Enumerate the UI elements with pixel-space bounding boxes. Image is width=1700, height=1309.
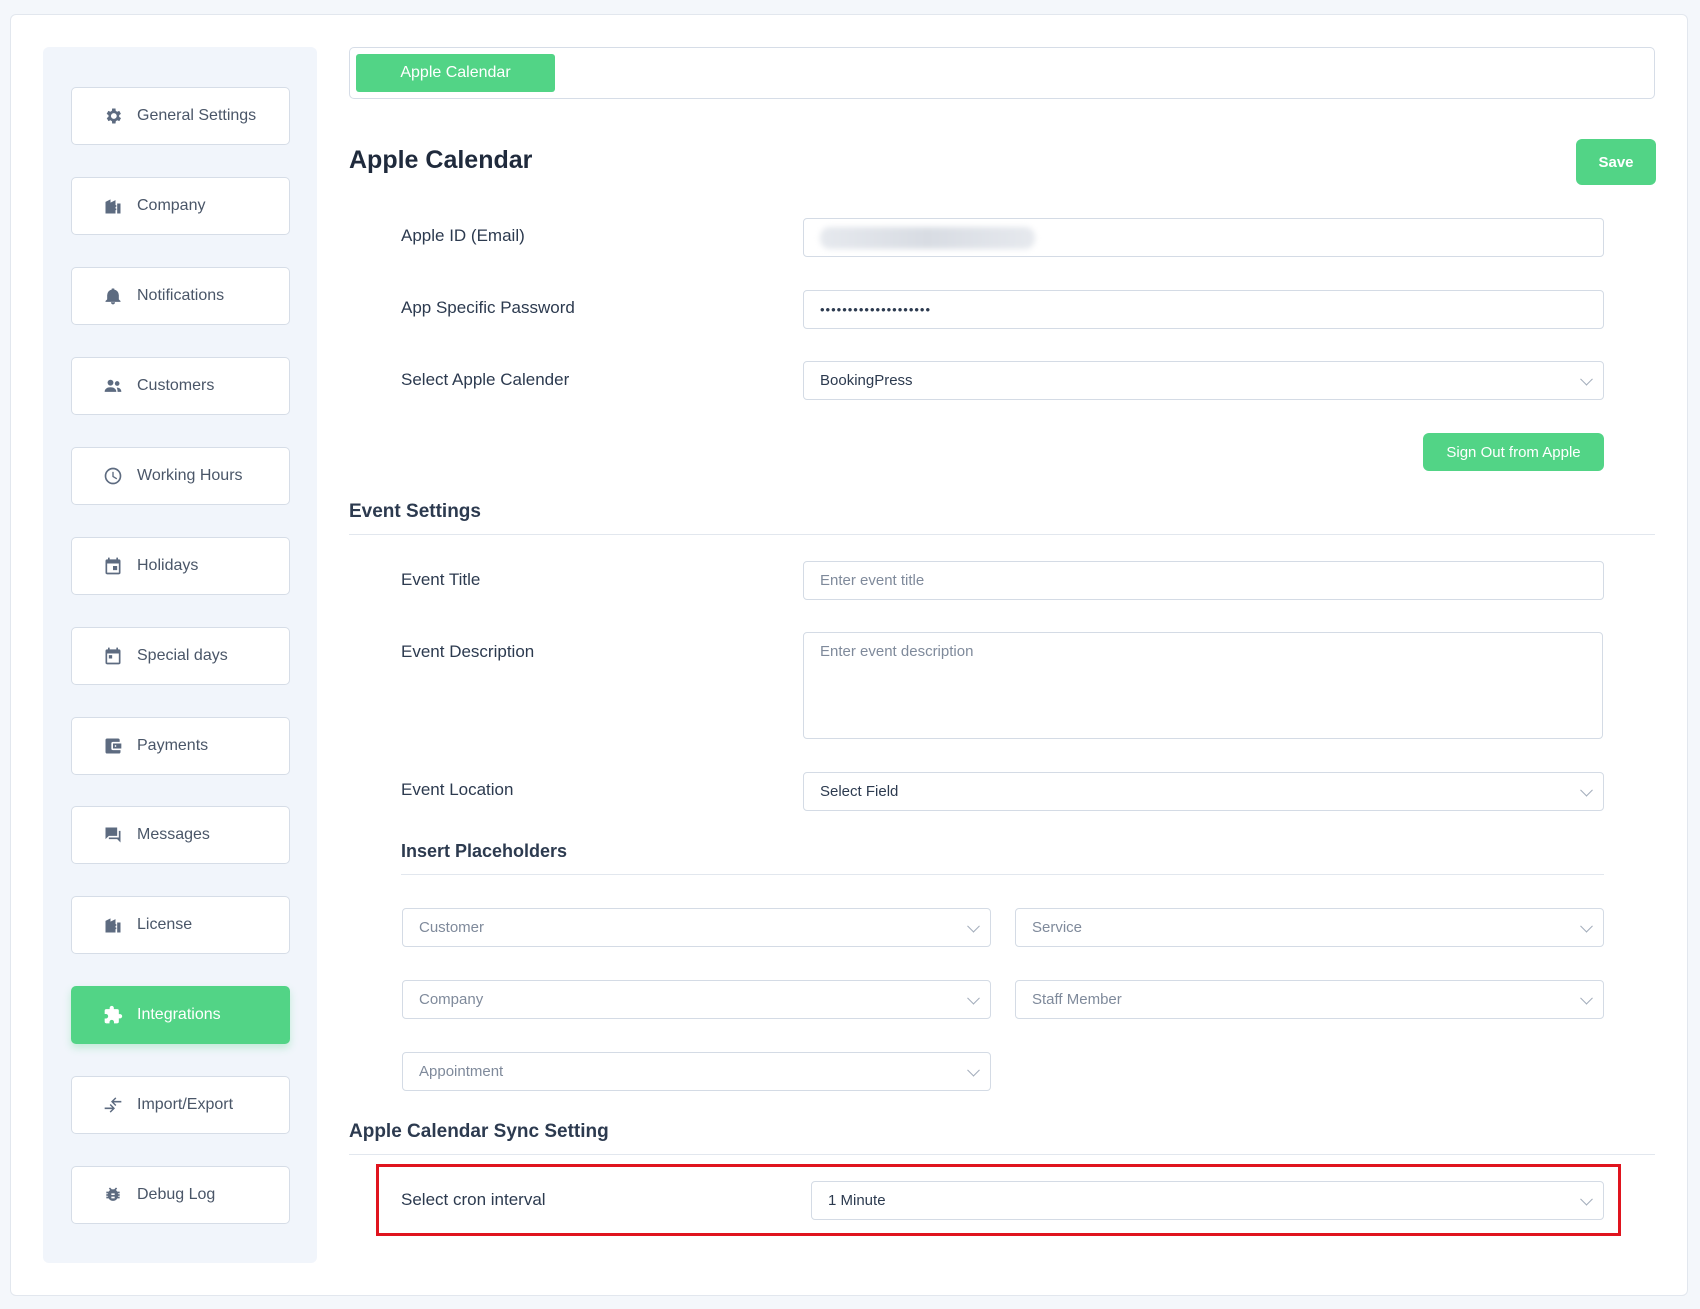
chevron-down-icon [1580,372,1593,386]
settings-sidebar: General Settings Company Notifications C… [43,47,317,1263]
building-icon [102,195,124,217]
select-value: Customer [419,919,485,936]
customer-placeholder-select[interactable]: Customer [402,908,991,947]
sync-setting-heading: Apple Calendar Sync Setting [349,1121,609,1142]
sidebar-item-label: Notifications [137,287,225,304]
sidebar-item-label: Company [137,197,206,214]
password-input[interactable]: •••••••••••••••••••• [803,290,1604,329]
chevron-down-icon [1580,991,1593,1005]
sidebar-item-holidays[interactable]: Holidays [71,537,290,595]
sidebar-item-label: Holidays [137,557,199,574]
building-icon [102,914,124,936]
chevron-down-icon [1580,783,1593,797]
bell-icon [102,285,124,307]
calendar-icon [102,555,124,577]
staff-member-placeholder-select[interactable]: Staff Member [1015,980,1604,1019]
select-value: Staff Member [1032,991,1122,1008]
sidebar-item-working-hours[interactable]: Working Hours [71,447,290,505]
chevron-down-icon [967,991,980,1005]
event-title-label: Event Title [401,570,481,589]
sidebar-item-import-export[interactable]: Import/Export [71,1076,290,1134]
sign-out-apple-button[interactable]: Sign Out from Apple [1423,433,1604,471]
gear-icon [102,105,124,127]
bug-icon [102,1184,124,1206]
sidebar-item-company[interactable]: Company [71,177,290,235]
company-placeholder-select[interactable]: Company [402,980,991,1019]
chevron-down-icon [967,919,980,933]
cron-interval-label: Select cron interval [401,1190,546,1209]
tab-apple-calendar[interactable]: Apple Calendar [356,54,555,92]
sidebar-item-label: General Settings [137,107,257,124]
puzzle-icon [102,1004,124,1026]
select-value: Company [419,991,484,1008]
event-description-label: Event Description [401,642,535,661]
divider [349,1154,1655,1155]
chevron-down-icon [1580,1192,1593,1206]
sidebar-item-notifications[interactable]: Notifications [71,267,290,325]
event-settings-heading: Event Settings [349,501,481,522]
calendar-select-label: Select Apple Calender [401,370,570,389]
cron-interval-value: 1 Minute [828,1192,886,1209]
chevron-down-icon [967,1063,980,1077]
sidebar-item-label: Working Hours [137,467,243,484]
calendar-select[interactable]: BookingPress [803,361,1604,400]
sidebar-item-label: Messages [137,826,210,843]
divider [401,874,1604,875]
sidebar-item-debug-log[interactable]: Debug Log [71,1166,290,1224]
import-export-icon [102,1094,124,1116]
page-title: Apple Calendar [349,146,533,174]
sidebar-item-label: Payments [137,737,209,754]
apple-id-label: Apple ID (Email) [401,226,525,245]
password-label: App Specific Password [401,298,575,317]
event-location-select[interactable]: Select Field [803,772,1604,811]
apple-id-input[interactable] [803,218,1604,257]
sidebar-item-messages[interactable]: Messages [71,806,290,864]
calendar-event-icon [102,645,124,667]
users-icon [102,375,124,397]
cron-interval-select[interactable]: 1 Minute [811,1181,1604,1220]
event-description-textarea[interactable]: Enter event description [803,632,1603,739]
select-value: Service [1032,919,1083,936]
sidebar-item-customers[interactable]: Customers [71,357,290,415]
wallet-icon [102,735,124,757]
sidebar-item-label: Special days [137,647,228,664]
sidebar-item-label: Integrations [137,1006,221,1023]
calendar-select-value: BookingPress [820,372,913,389]
sidebar-item-label: Debug Log [137,1186,216,1203]
service-placeholder-select[interactable]: Service [1015,908,1604,947]
sidebar-item-license[interactable]: License [71,896,290,954]
save-button[interactable]: Save [1576,139,1656,185]
sidebar-item-general-settings[interactable]: General Settings [71,87,290,145]
appointment-placeholder-select[interactable]: Appointment [402,1052,991,1091]
sidebar-item-label: Customers [137,377,215,394]
chat-icon [102,824,124,846]
divider [349,534,1655,535]
integration-tabs: Apple Calendar [349,47,1655,99]
event-location-label: Event Location [401,780,514,799]
sidebar-item-payments[interactable]: Payments [71,717,290,775]
clock-icon [102,465,124,487]
select-value: Appointment [419,1063,504,1080]
event-title-input[interactable]: Enter event title [803,561,1604,600]
sidebar-item-label: Import/Export [137,1096,234,1113]
sidebar-item-special-days[interactable]: Special days [71,627,290,685]
insert-placeholders-heading: Insert Placeholders [401,841,568,861]
sidebar-item-label: License [137,916,193,933]
event-location-value: Select Field [820,783,899,800]
redacted-email [820,226,1035,249]
chevron-down-icon [1580,919,1593,933]
sidebar-item-integrations[interactable]: Integrations [71,986,290,1044]
